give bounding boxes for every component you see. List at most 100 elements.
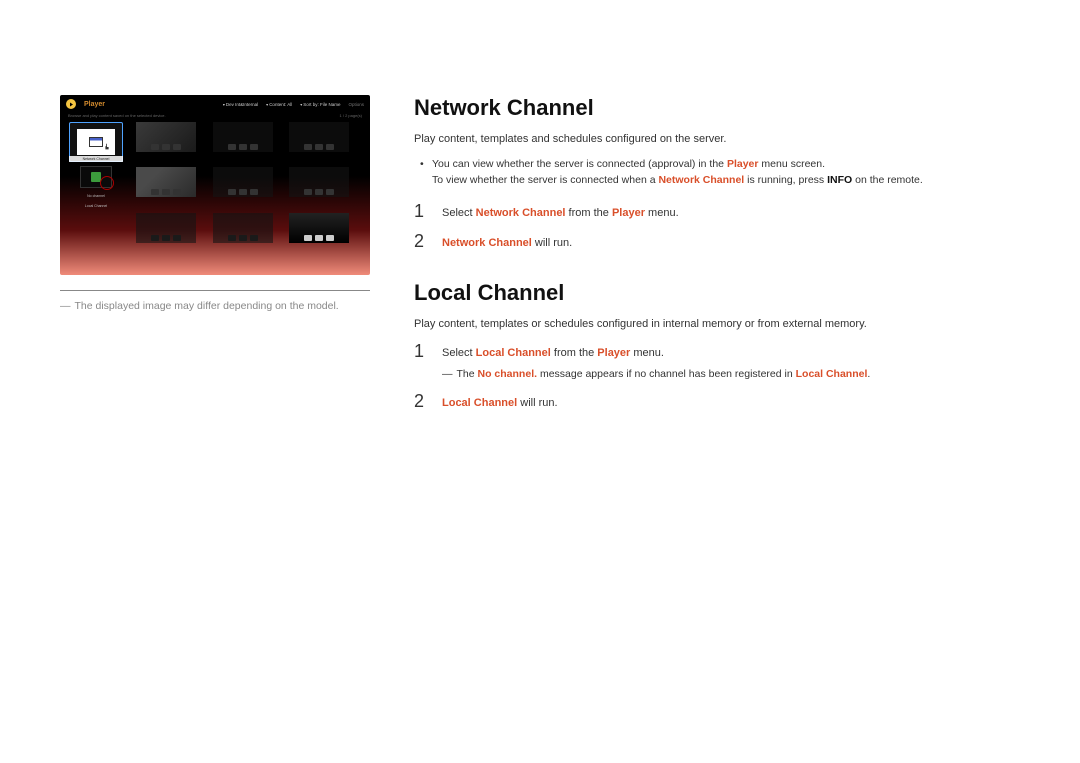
- screenshot-sidebar: Network Channel No channel Local Channel: [66, 122, 126, 254]
- text: Select: [442, 207, 476, 219]
- divider: [60, 290, 370, 291]
- step-number: 2: [414, 391, 428, 413]
- thumbnail: [136, 213, 196, 243]
- thumbnail: [136, 167, 196, 197]
- sort-by: ▾Sort by: File Name: [300, 102, 340, 107]
- mini-icon: [304, 235, 312, 241]
- text: from the: [551, 347, 597, 359]
- network-channel-heading: Network Channel: [414, 95, 1020, 121]
- chevron-down-icon: ▾: [223, 102, 225, 107]
- mini-icon: [315, 235, 323, 241]
- bullet-list: You can view whether the server is conne…: [414, 156, 1020, 190]
- player-app-screenshot: Player ▾Dev Int&Internal ▾Content: All ▾…: [60, 95, 370, 275]
- player-accent: Player: [727, 158, 759, 170]
- note-body: The No channel. message appears if no ch…: [457, 366, 871, 383]
- filter-content: ▾Content: All: [266, 102, 292, 107]
- bullet-line2: To view whether the server is connected …: [432, 172, 1020, 189]
- thumbnail: [289, 122, 349, 152]
- mini-icon: [162, 144, 170, 150]
- filter-device: ▾Dev Int&Internal: [223, 102, 258, 107]
- step-body: Local Channel will run.: [442, 391, 558, 413]
- pager: 1 / 2 page(s): [340, 113, 362, 118]
- chevron-down-icon: ▾: [300, 102, 302, 107]
- figure-caption: ― The displayed image may differ dependin…: [60, 299, 370, 315]
- right-column: Network Channel Play content, templates …: [394, 95, 1020, 421]
- text: Select: [442, 347, 476, 359]
- step-body: Select Local Channel from the Player men…: [442, 341, 870, 383]
- local-channel-accent: Local Channel: [476, 347, 551, 359]
- cursor-hand-icon: [103, 143, 111, 151]
- network-channel-accent: Network Channel: [476, 207, 566, 219]
- text: To view whether the server is connected …: [432, 174, 658, 186]
- mini-icon: [162, 189, 170, 195]
- mini-icon: [326, 189, 334, 195]
- subheader-desc: Browse and play content saved on the sel…: [68, 113, 166, 118]
- chevron-down-icon: ▾: [266, 102, 268, 107]
- network-channel-accent: Network Channel: [442, 237, 532, 249]
- thumbnail: [213, 213, 273, 243]
- mini-icon: [315, 189, 323, 195]
- text: on the remote.: [852, 174, 923, 186]
- left-column: Player ▾Dev Int&Internal ▾Content: All ▾…: [60, 95, 370, 421]
- text: menu screen.: [758, 158, 825, 170]
- step-2: 2 Local Channel will run.: [414, 391, 1020, 413]
- mini-icon: [304, 189, 312, 195]
- sidebar-label-2: No channel: [87, 194, 105, 198]
- mini-icon: [173, 144, 181, 150]
- no-channel-accent: No channel.: [478, 368, 538, 380]
- bullet-item: You can view whether the server is conne…: [432, 156, 1020, 190]
- thumbnail: [136, 122, 196, 152]
- screenshot-body: Network Channel No channel Local Channel: [60, 118, 370, 258]
- play-icon: [66, 99, 76, 109]
- mini-icon: [151, 235, 159, 241]
- local-channel-heading: Local Channel: [414, 280, 1020, 306]
- local-channel-accent: Local Channel: [796, 368, 868, 380]
- network-desc: Play content, templates and schedules co…: [414, 131, 1020, 148]
- network-channel-card: Network Channel: [69, 122, 123, 162]
- step-2: 2 Network Channel will run.: [414, 231, 1020, 253]
- step-number: 1: [414, 201, 428, 223]
- mini-icon: [250, 189, 258, 195]
- step-1: 1 Select Local Channel from the Player m…: [414, 341, 1020, 383]
- step-number: 1: [414, 341, 428, 383]
- text: menu.: [630, 347, 664, 359]
- local-desc: Play content, templates or schedules con…: [414, 316, 1020, 333]
- network-card-label: Network Channel: [69, 156, 123, 162]
- step-body: Network Channel will run.: [442, 231, 572, 253]
- sidebar-label-3: Local Channel: [85, 204, 107, 208]
- thumbnail: [289, 167, 349, 197]
- text: .: [867, 368, 870, 380]
- mini-icon: [326, 235, 334, 241]
- text: The: [457, 368, 478, 380]
- thumbnail: [213, 122, 273, 152]
- mini-icon: [162, 235, 170, 241]
- player-accent: Player: [612, 207, 645, 219]
- mini-icon: [151, 144, 159, 150]
- mini-icon: [173, 189, 181, 195]
- filter-device-label: Dev Int&Internal: [226, 102, 258, 107]
- text: menu.: [645, 207, 679, 219]
- text: You can view whether the server is conne…: [432, 158, 727, 170]
- document-page: Player ▾Dev Int&Internal ▾Content: All ▾…: [0, 0, 1080, 421]
- local-channel-accent: Local Channel: [442, 397, 517, 409]
- info-bold: INFO: [827, 174, 852, 186]
- step-number: 2: [414, 231, 428, 253]
- mini-icon: [173, 235, 181, 241]
- mini-icon: [315, 144, 323, 150]
- text: will run.: [532, 237, 572, 249]
- dash: ―: [60, 300, 71, 312]
- dash-note: ― The No channel. message appears if no …: [442, 366, 870, 383]
- mini-icon: [239, 144, 247, 150]
- screenshot-title: Player: [84, 101, 105, 108]
- thumbnail: [213, 167, 273, 197]
- network-channel-accent: Network Channel: [658, 174, 744, 186]
- text: is running, press: [744, 174, 827, 186]
- step-1: 1 Select Network Channel from the Player…: [414, 201, 1020, 223]
- options-label: Options: [348, 102, 364, 107]
- mini-icon: [228, 189, 236, 195]
- mini-icon: [304, 144, 312, 150]
- player-accent: Player: [597, 347, 630, 359]
- caption-text: The displayed image may differ depending…: [75, 300, 339, 312]
- mini-icon: [250, 235, 258, 241]
- red-ring-icon: [100, 176, 114, 190]
